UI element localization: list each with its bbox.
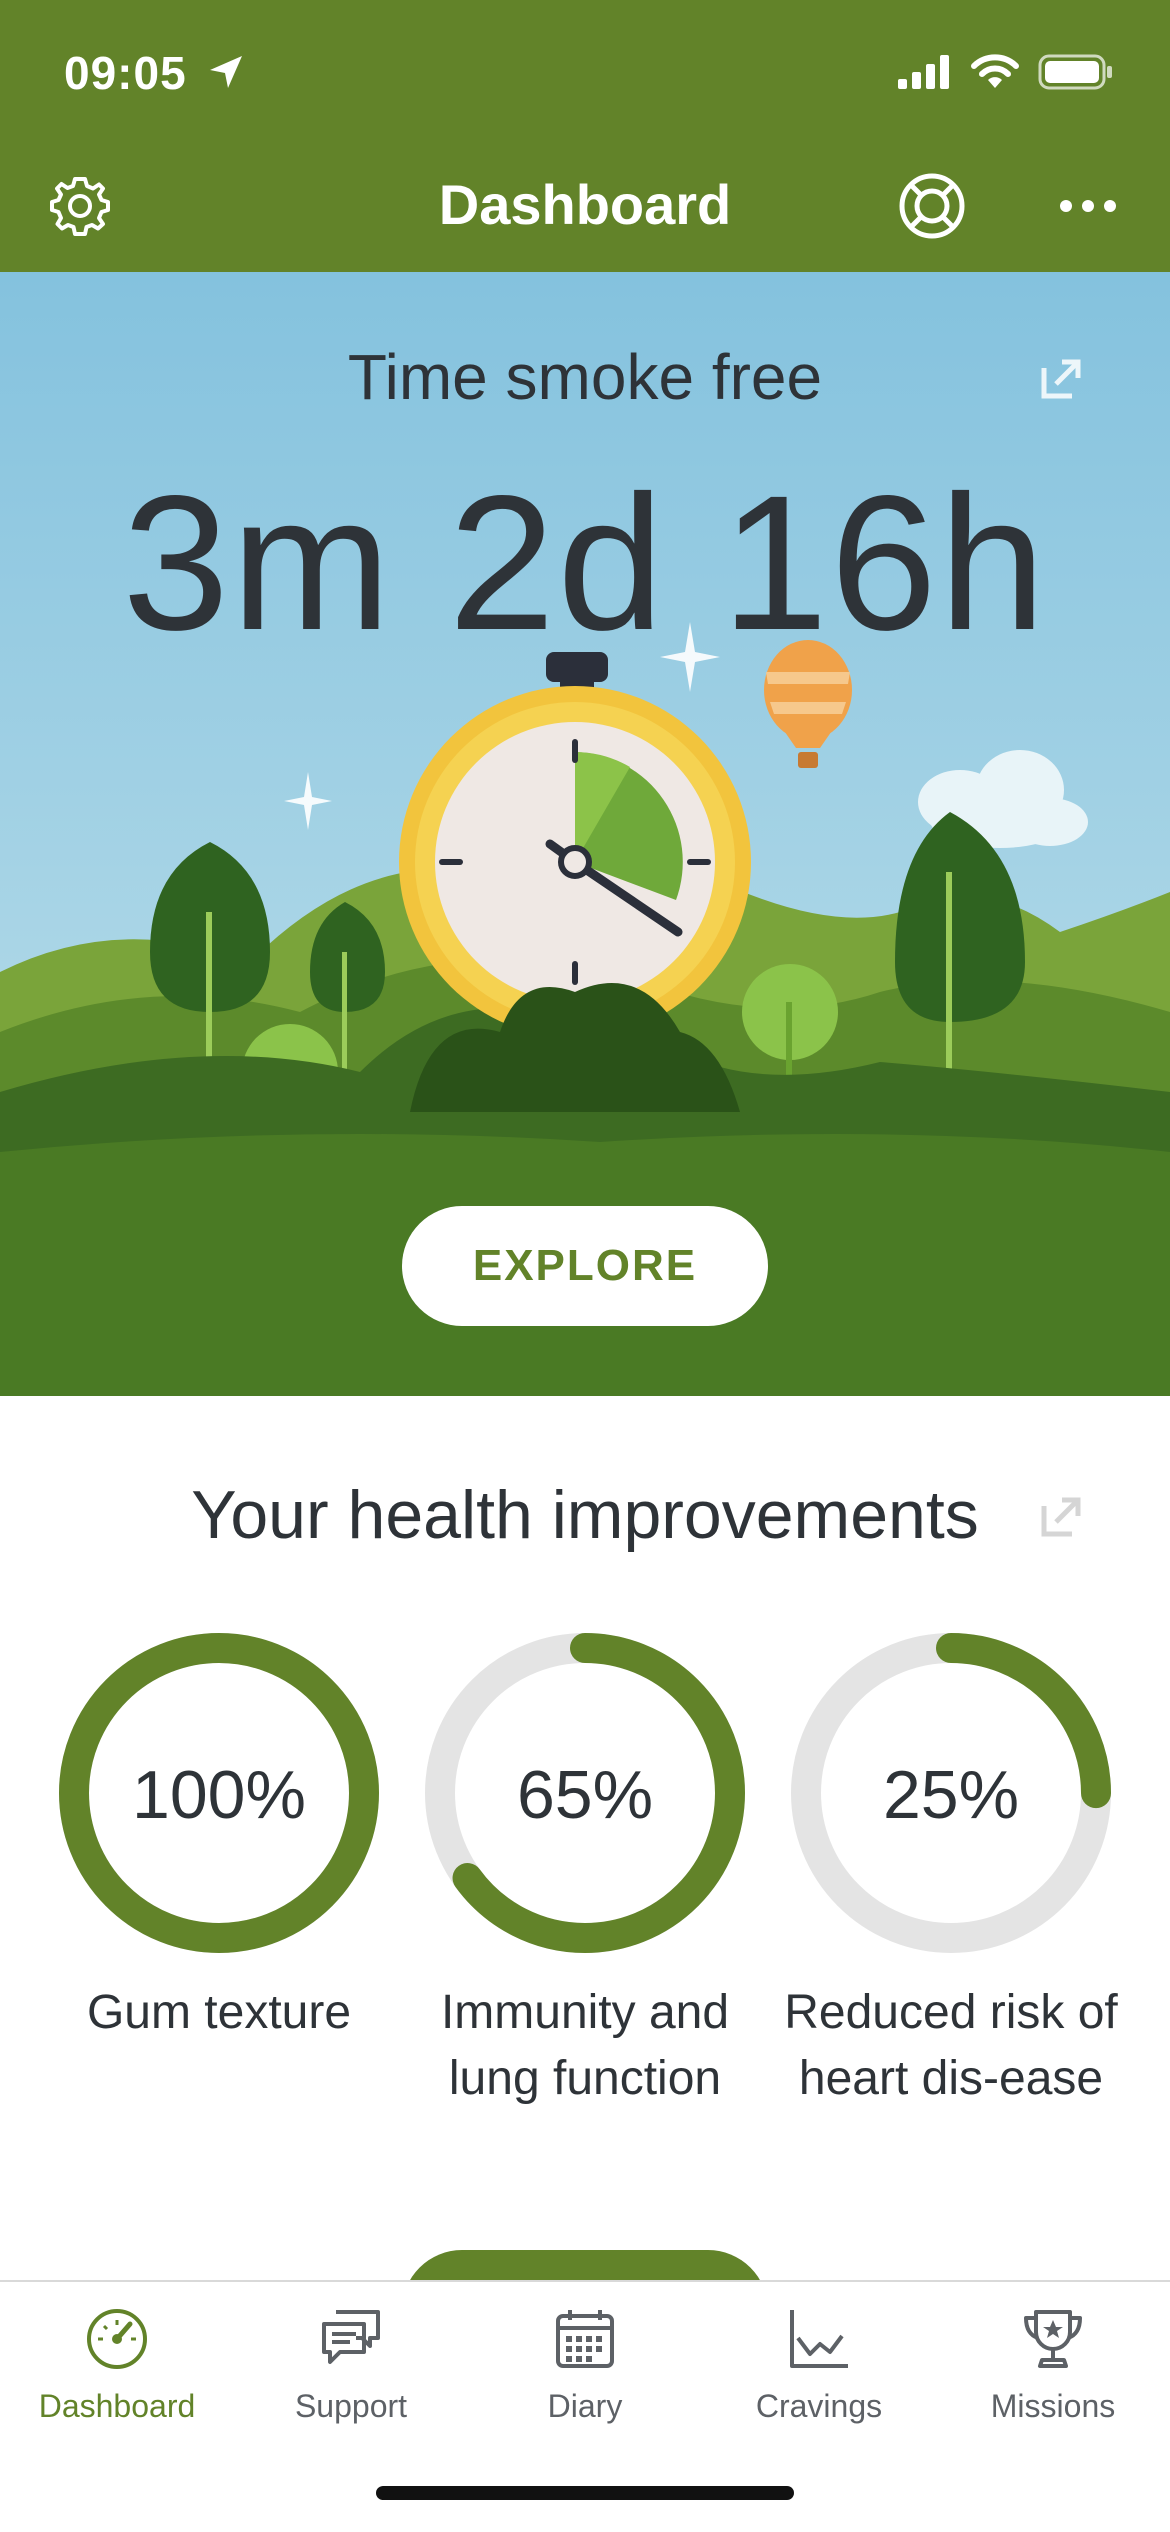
page-title: Dashboard bbox=[438, 173, 732, 236]
signal-icon bbox=[898, 55, 949, 89]
health-label: Gum texture bbox=[86, 1986, 352, 2039]
share-icon[interactable] bbox=[1040, 356, 1084, 400]
tab-support[interactable]: Support bbox=[234, 2304, 468, 2464]
smoke-free-duration: 3m 2d 16h bbox=[122, 455, 1048, 670]
more-button[interactable] bbox=[1050, 168, 1126, 244]
lifebuoy-icon bbox=[899, 173, 965, 239]
chat-bubbles-icon bbox=[322, 2310, 380, 2364]
tab-label: Cravings bbox=[755, 2388, 883, 2424]
more-icon bbox=[1060, 200, 1116, 212]
help-button[interactable] bbox=[894, 168, 970, 244]
health-percent: 65% bbox=[516, 1757, 654, 1833]
smoke-free-hero: Time smoke free 3m 2d 16h EXPLORE bbox=[0, 272, 1170, 1396]
chart-icon bbox=[790, 2310, 848, 2368]
tab-cravings[interactable]: Cravings bbox=[702, 2304, 936, 2464]
health-percent: 25% bbox=[882, 1757, 1020, 1833]
speedometer-icon bbox=[87, 2309, 147, 2369]
tab-missions[interactable]: Missions bbox=[936, 2304, 1170, 2464]
top-bar: 09:05 Dashboard bbox=[0, 0, 1170, 272]
home-indicator[interactable] bbox=[376, 2486, 794, 2500]
tab-dashboard[interactable]: Dashboard bbox=[0, 2304, 234, 2464]
health-section-title: Your health improvements bbox=[191, 1477, 979, 1553]
trophy-icon bbox=[1024, 2310, 1082, 2368]
health-percent: 100% bbox=[132, 1757, 306, 1833]
health-ring-gum[interactable]: 100% bbox=[56, 1630, 382, 1956]
health-label: Immunity and lung function bbox=[440, 1986, 730, 2105]
tab-diary[interactable]: Diary bbox=[468, 2304, 702, 2464]
tab-label: Support bbox=[294, 2388, 408, 2424]
health-ring-heart[interactable]: 25% bbox=[788, 1630, 1114, 1956]
smoke-free-title: Time smoke free bbox=[347, 341, 823, 413]
status-time: 09:05 bbox=[64, 47, 187, 99]
wifi-icon bbox=[971, 54, 1019, 88]
location-arrow-icon bbox=[210, 56, 242, 88]
tab-label: Missions bbox=[990, 2388, 1116, 2424]
health-ring-immunity[interactable]: 65% bbox=[422, 1630, 748, 1956]
tab-label: Diary bbox=[547, 2388, 623, 2424]
explore-button[interactable]: EXPLORE bbox=[402, 1206, 768, 1326]
health-label: Reduced risk of heart dis-ease bbox=[784, 1986, 1118, 2105]
battery-icon bbox=[1038, 54, 1112, 90]
calendar-icon bbox=[556, 2310, 614, 2368]
health-share-icon[interactable] bbox=[1040, 1494, 1084, 1538]
stopwatch-illustration bbox=[399, 652, 751, 1038]
tab-label: Dashboard bbox=[38, 2388, 196, 2424]
status-indicators bbox=[898, 54, 1114, 90]
